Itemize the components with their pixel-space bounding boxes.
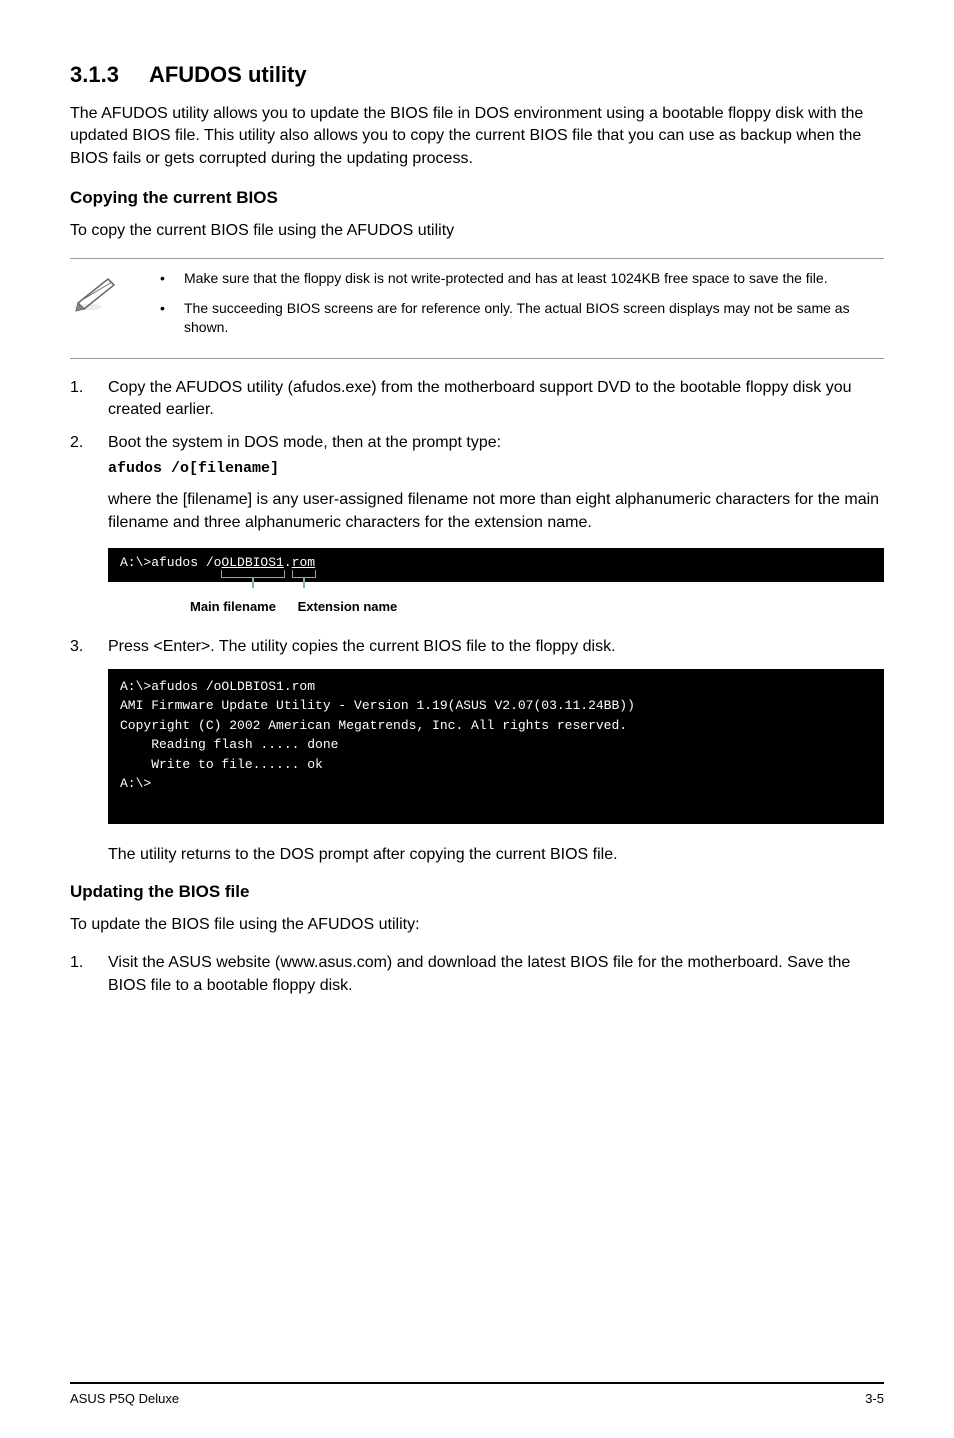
- terminal-line: Write to file...... ok: [120, 755, 872, 775]
- bullet-dot: •: [160, 299, 184, 338]
- where-paragraph: where the [filename] is any user-assigne…: [108, 489, 884, 534]
- step-body: Boot the system in DOS mode, then at the…: [108, 432, 884, 479]
- after-paragraph: The utility returns to the DOS prompt af…: [108, 844, 884, 866]
- step-body: Press <Enter>. The utility copies the cu…: [108, 636, 884, 658]
- copying-heading: Copying the current BIOS: [70, 186, 884, 210]
- section-heading: 3.1.3 AFUDOS utility: [70, 60, 884, 91]
- copying-intro: To copy the current BIOS file using the …: [70, 220, 884, 242]
- updating-intro: To update the BIOS file using the AFUDOS…: [70, 914, 884, 936]
- step-1: 1. Copy the AFUDOS utility (afudos.exe) …: [70, 377, 884, 422]
- bracket-stem-ext: [303, 578, 305, 588]
- terminal-line: Copyright (C) 2002 American Megatrends, …: [120, 716, 872, 736]
- terminal-line: A:\>afudos /oOLDBIOS1.rom: [120, 555, 315, 570]
- updating-step-1: 1. Visit the ASUS website (www.asus.com)…: [70, 952, 884, 997]
- annotation-labels: Main filename Extension name: [108, 598, 884, 616]
- footer-left: ASUS P5Q Deluxe: [70, 1390, 179, 1408]
- bracket-main: [221, 570, 285, 578]
- note-block: • Make sure that the floppy disk is not …: [70, 258, 884, 359]
- terminal-line: A:\>: [120, 774, 872, 794]
- annotated-terminal: A:\>afudos /oOLDBIOS1.rom Main filename …: [108, 548, 884, 616]
- note-text-2: The succeeding BIOS screens are for refe…: [184, 299, 884, 338]
- bullet-dot: •: [160, 269, 184, 289]
- section-number: 3.1.3: [70, 62, 119, 87]
- bracket-ext: [292, 570, 316, 578]
- step-3: 3. Press <Enter>. The utility copies the…: [70, 636, 884, 658]
- bracket-stem-main: [252, 578, 254, 588]
- updating-heading: Updating the BIOS file: [70, 880, 884, 904]
- step-num: 3.: [70, 636, 108, 658]
- cmd-dot: .: [284, 555, 292, 570]
- step-num: 1.: [70, 377, 108, 422]
- main-filename-label: Main filename: [190, 599, 276, 614]
- terminal-line: Reading flash ..... done: [120, 735, 872, 755]
- cmd-ext: rom: [292, 555, 315, 570]
- step-body: Visit the ASUS website (www.asus.com) an…: [108, 952, 884, 997]
- intro-paragraph: The AFUDOS utility allows you to update …: [70, 103, 884, 170]
- step-text: Boot the system in DOS mode, then at the…: [108, 434, 501, 451]
- terminal-1: A:\>afudos /oOLDBIOS1.rom: [108, 548, 884, 582]
- note-bullet-2: • The succeeding BIOS screens are for re…: [160, 299, 884, 338]
- note-text-1: Make sure that the floppy disk is not wr…: [184, 269, 884, 289]
- terminal-line: A:\>afudos /oOLDBIOS1.rom: [120, 677, 872, 697]
- cmd-main: OLDBIOS1: [221, 555, 283, 570]
- cmd-prefix: A:\>afudos /o: [120, 555, 221, 570]
- pencil-icon: [70, 273, 120, 313]
- step-num: 2.: [70, 432, 108, 479]
- extension-name-label: Extension name: [298, 599, 398, 614]
- step-body: Copy the AFUDOS utility (afudos.exe) fro…: [108, 377, 884, 422]
- terminal-line: AMI Firmware Update Utility - Version 1.…: [120, 696, 872, 716]
- note-bullet-1: • Make sure that the floppy disk is not …: [160, 269, 884, 289]
- terminal-2: A:\>afudos /oOLDBIOS1.rom AMI Firmware U…: [108, 669, 884, 824]
- code-command: afudos /o[filename]: [108, 458, 884, 479]
- page-footer: ASUS P5Q Deluxe 3-5: [70, 1382, 884, 1408]
- note-content: • Make sure that the floppy disk is not …: [160, 269, 884, 348]
- footer-right: 3-5: [865, 1390, 884, 1408]
- note-icon-wrap: [70, 269, 160, 348]
- step-num: 1.: [70, 952, 108, 997]
- section-title: AFUDOS utility: [149, 62, 307, 87]
- step-2: 2. Boot the system in DOS mode, then at …: [70, 432, 884, 479]
